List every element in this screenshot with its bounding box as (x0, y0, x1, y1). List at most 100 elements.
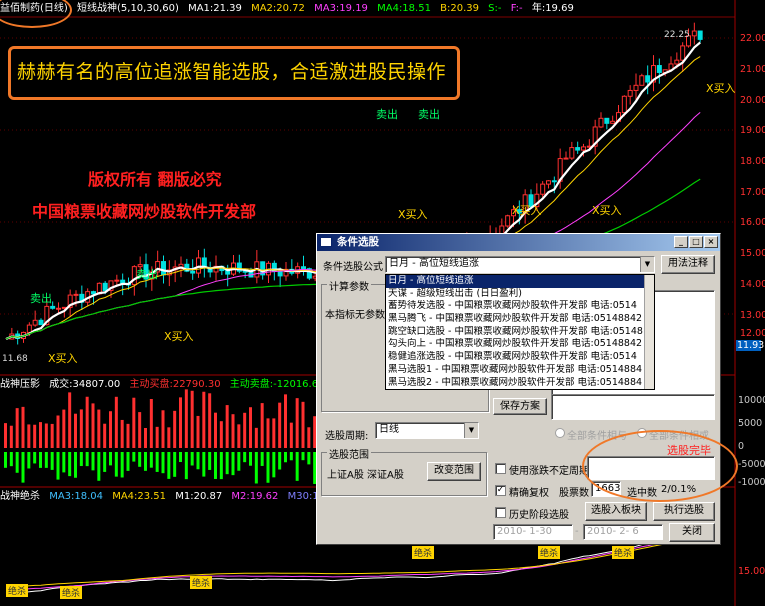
volume-title: 战神压影 (0, 379, 40, 390)
candle-body (505, 215, 511, 227)
history-label: 历史阶段选股 (509, 510, 569, 521)
period-select-value: 日线 (379, 424, 399, 435)
ma2-value: MA2:20.72 (251, 3, 305, 14)
formula-option[interactable]: 跳空缺口选股 - 中国粮票收藏网炒股软件开发部 电话:05148 (386, 326, 654, 339)
formula-option[interactable]: 黑马选股1 - 中国粮票收藏网炒股软件开发部 电话:0514884 (386, 364, 654, 377)
volume-buy-bar (155, 426, 159, 448)
volume-sell-bar (144, 452, 147, 471)
buy-signal-2: X买入 (512, 204, 542, 217)
volume-sell-bar (91, 452, 95, 471)
history-checkbox[interactable] (495, 507, 506, 518)
volume-buy-bar (120, 419, 124, 448)
ma4-value: MA4:18.51 (377, 3, 431, 14)
minimize-icon[interactable]: _ (674, 236, 688, 248)
add-to-block-button[interactable]: 选股入板块 (585, 502, 647, 521)
candle-body (190, 270, 196, 274)
candle-body (50, 305, 56, 309)
volume-buy-bar (132, 397, 136, 448)
formula-option[interactable]: 日月 - 高位短线追涨 (386, 275, 654, 288)
volume-buy-bar (15, 408, 19, 448)
volume-buy-bar (214, 412, 217, 448)
usage-notes-button[interactable]: 用法注释 (661, 255, 715, 274)
candle-body (26, 324, 32, 333)
active-sell-value: 主动卖盘:-12016.69 (229, 379, 325, 390)
volume-sell-bar (62, 452, 66, 473)
sell-signal-3: 卖出 (136, 268, 158, 281)
maximize-icon[interactable]: □ (689, 236, 703, 248)
volume-buy-bar (179, 397, 182, 448)
candle-body (277, 270, 283, 277)
sell-signal-4: 卖出 (30, 292, 52, 305)
volume-buy-bar (126, 423, 130, 448)
exact-restore-label: 精确复权 (509, 488, 549, 499)
bottom-axis-15: 15.00 (738, 566, 765, 577)
period-select[interactable]: 日线 ▼ (375, 422, 479, 439)
volume-sell-bar (179, 452, 182, 463)
all-and-radio[interactable] (555, 428, 565, 438)
chart-stage[interactable]: 益佰制药(日线) 短线战神(5,10,30,60) MA1:21.39 MA2:… (0, 0, 765, 606)
volume-sell-bar (44, 452, 48, 468)
close-icon[interactable]: × (704, 236, 718, 248)
volume-buy-bar (109, 411, 112, 448)
volume-sell-bar (278, 452, 282, 470)
volume-buy-bar (266, 418, 270, 448)
kill-signal-5: 绝杀 (538, 546, 561, 559)
date-to-field[interactable]: 2010- 2- 6 (583, 524, 663, 540)
dialog-titlebar[interactable]: 条件选股 _ □ × (317, 234, 720, 251)
formula-option[interactable]: 蓄势待发选股 - 中国粮票收藏网炒股软件开发部 电话:0514 (386, 300, 654, 313)
volume-buy-bar (284, 394, 287, 448)
params-tab[interactable]: 计算参数 (327, 278, 371, 293)
change-range-button[interactable]: 改变范围 (427, 462, 481, 481)
candle-body (610, 120, 616, 124)
chevron-down-icon-2[interactable]: ▼ (464, 423, 478, 438)
formula-option[interactable]: 天谋 - 超级短线出击 (日日盈利) (386, 288, 654, 301)
period-label: 选股周期: (325, 431, 369, 442)
kill-signal-1: 绝杀 (6, 584, 29, 597)
volume-sell-bar (68, 452, 72, 477)
formula-dropdown-list[interactable]: 日月 - 高位短线追涨 天谋 - 超级短线出击 (日日盈利) 蓄势待发选股 - … (385, 274, 655, 390)
buy-signal-4: X买入 (706, 82, 736, 95)
volume-sell-bar (266, 452, 270, 483)
formula-option[interactable]: 勾头向上 - 中国粮票收藏网炒股软件开发部 电话:05148842 (386, 338, 654, 351)
candle-body (575, 147, 581, 151)
date-from-field[interactable]: 2010- 1-30 (493, 524, 573, 540)
volume-buy-bar (21, 406, 25, 448)
axis-label-22: 22.00 (740, 33, 765, 44)
volume-buy-bar (103, 423, 107, 448)
volume-sell-bar (173, 452, 177, 477)
vol-axis-neg5000: -5000 (738, 459, 765, 470)
bottom-header: 战神绝杀 MA3:18.04 MA4:23.51 M1:20.87 M2:19.… (0, 490, 347, 504)
volume-buy-bar (56, 415, 60, 448)
volume-buy-bar (27, 424, 31, 448)
volume-buy-bar (202, 391, 206, 448)
bottom-m2: M2:19.62 (231, 491, 279, 502)
condition-detail[interactable] (551, 394, 715, 420)
volume-sell-bar (243, 452, 247, 463)
candle-body (697, 30, 703, 40)
chevron-down-icon[interactable]: ▼ (640, 257, 654, 272)
volume-buy-bar (208, 393, 212, 448)
exact-restore-checkbox[interactable]: ✓ (495, 485, 506, 496)
volume-buy-bar (138, 412, 142, 448)
candle-body (551, 180, 557, 183)
volume-buy-bar (196, 415, 200, 448)
dropdown-scrollbar[interactable] (644, 275, 654, 389)
candle-body (645, 75, 651, 83)
formula-option[interactable]: 黑马选股2 - 中国粮票收藏网炒股软件开发部 电话:0514884 (386, 377, 654, 390)
volume-buy-bar (144, 427, 147, 448)
year-value: 年:19.69 (531, 3, 574, 14)
use-uncertain-checkbox[interactable] (495, 463, 506, 474)
close-button[interactable]: 关闭 (669, 523, 715, 542)
range-value: 上证A股 深证A股 (327, 470, 404, 481)
volume-buy-bar (190, 390, 194, 448)
save-plan-button[interactable]: 保存方案 (493, 398, 547, 415)
volume-sell-bar (272, 452, 276, 478)
volume-sell-bar (114, 452, 118, 477)
slogan-text: 赫赫有名的高位追涨智能选股，合适激进股民操作 (17, 61, 447, 83)
formula-option[interactable]: 黑马腾飞 - 中国粮票收藏网炒股软件开发部 电话:05148842 (386, 313, 654, 326)
candle-body (73, 293, 79, 296)
ma3-value: MA3:19.19 (314, 3, 368, 14)
formula-select[interactable]: 日月 - 高位短线追涨 ▼ (385, 256, 655, 273)
formula-option[interactable]: 稳健追涨选股 - 中国粮票收藏网炒股软件开发部 电话:0514 (386, 351, 654, 364)
run-screener-button[interactable]: 执行选股 (653, 502, 715, 521)
